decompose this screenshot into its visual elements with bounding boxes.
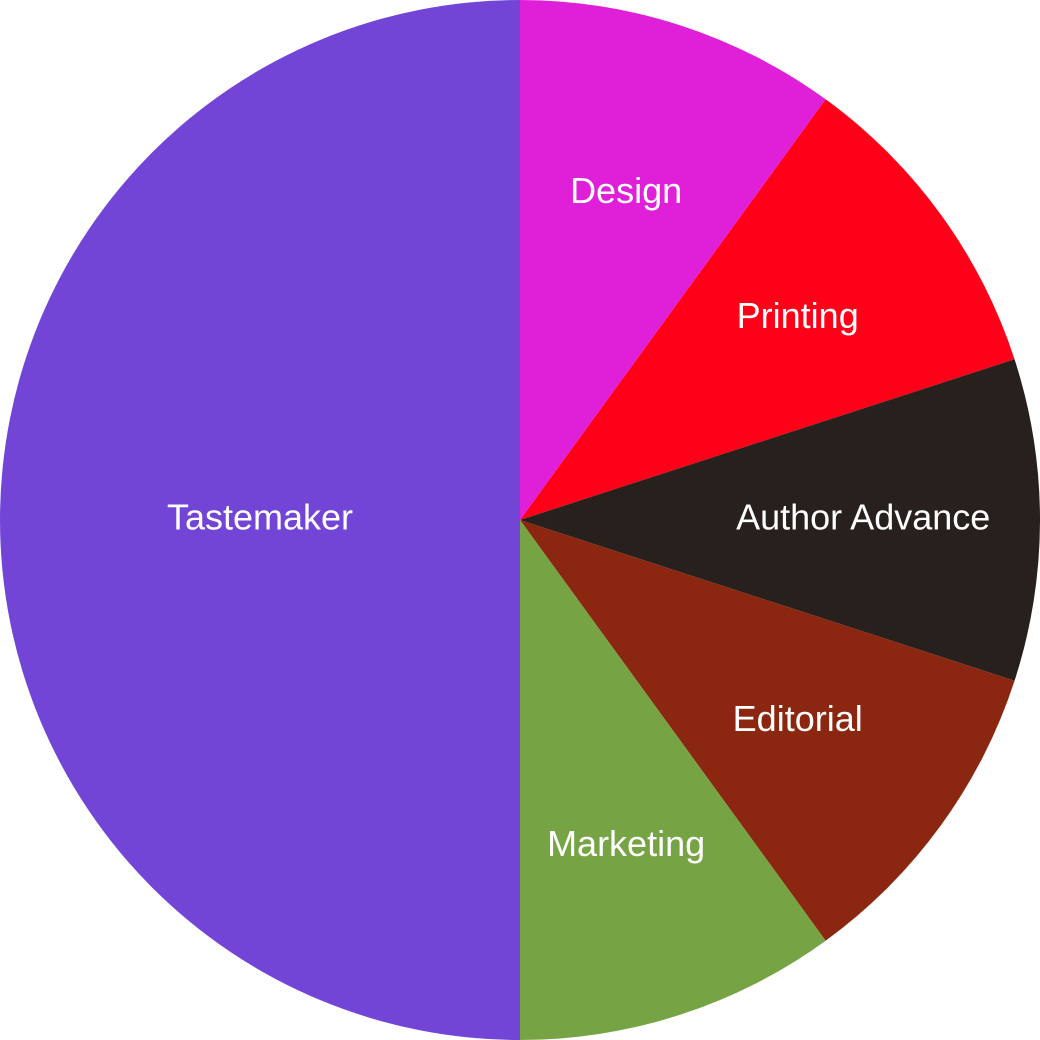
pie-label-design: Design bbox=[570, 170, 682, 211]
pie-label-author-advance: Author Advance bbox=[736, 497, 990, 538]
pie-label-printing: Printing bbox=[737, 295, 859, 336]
pie-label-marketing: Marketing bbox=[547, 823, 705, 864]
pie-chart: Design Printing Author Advance Editorial Mar… bbox=[0, 0, 1040, 1040]
pie-label-editorial: Editorial bbox=[733, 698, 863, 739]
pie-label-tastemaker: Tastemaker bbox=[167, 497, 353, 538]
